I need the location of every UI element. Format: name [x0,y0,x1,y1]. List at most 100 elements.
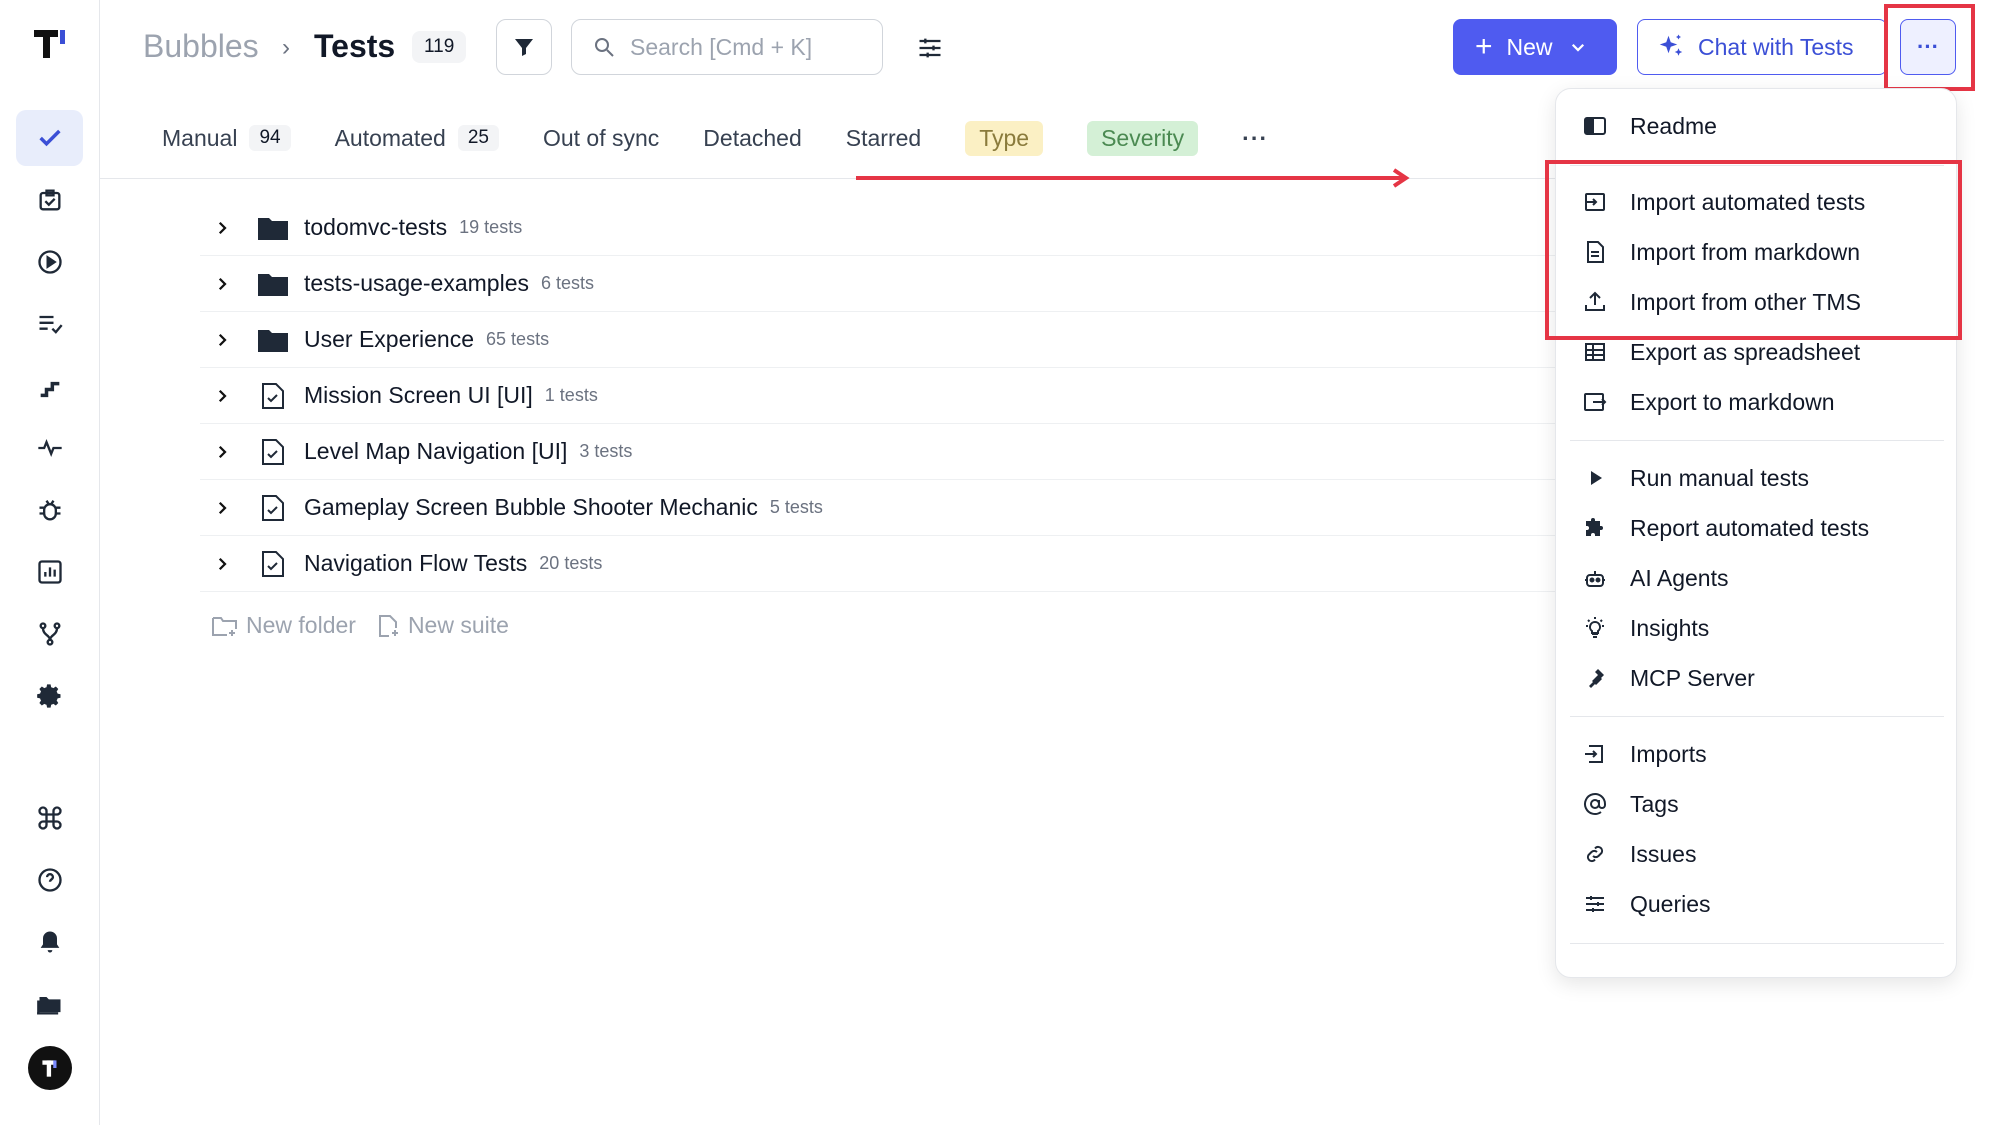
sliders-icon [919,38,941,58]
new-button[interactable]: + New [1453,19,1617,75]
new-folder-icon [212,616,237,636]
tree-row-count: 5 tests [769,497,823,517]
puzzle-icon [1580,513,1610,543]
tab-automated[interactable]: Automated 25 [335,125,499,152]
folder-icon [256,269,290,299]
menu-item-mcp-server[interactable]: MCP Server [1580,658,1755,698]
tree-row-count: 20 tests [539,553,603,573]
stairs-icon[interactable] [16,358,83,414]
annotation-box-import [1545,160,1962,340]
help-icon[interactable] [16,852,83,908]
new-suite-button[interactable]: New suite [378,612,509,639]
tree-row-name: tests-usage-examples [304,270,529,296]
tab-starred[interactable]: Starred [846,125,921,152]
tree-row[interactable]: Navigation Flow Tests 20 tests [200,536,1555,592]
play-circle-icon[interactable] [16,234,83,290]
tree-row-name: Navigation Flow Tests [304,550,528,576]
tab-severity[interactable]: Severity [1087,120,1199,156]
menu-item-run-manual[interactable]: Run manual tests [1580,458,1809,498]
chevron-right-icon[interactable] [210,552,234,576]
menu-item-label: Imports [1630,740,1707,767]
command-icon[interactable] [16,790,83,846]
tests-nav-icon[interactable] [16,110,83,166]
gear-icon[interactable] [16,668,83,724]
suite-file-icon [256,437,290,467]
tree-row-name: User Experience [304,326,475,352]
tree-actions: New folder New suite [212,612,1555,639]
chevron-right-icon[interactable] [210,440,234,464]
tree-row[interactable]: Gameplay Screen Bubble Shooter Mechanic … [200,480,1555,536]
plus-icon: + [1475,30,1493,63]
chevron-right-icon[interactable] [210,496,234,520]
tab-out-of-sync[interactable]: Out of sync [543,125,659,152]
menu-item-label: AI Agents [1630,564,1729,591]
menu-item-ai-agents[interactable]: AI Agents [1580,558,1728,598]
tree-row[interactable]: Mission Screen UI [UI] 1 tests [200,368,1555,424]
view-settings-button[interactable] [910,28,950,68]
tree-row-count: 3 tests [579,441,633,461]
menu-item-insights[interactable]: Insights [1580,608,1709,648]
menu-separator [1570,440,1944,441]
test-tree: todomvc-tests 19 tests tests-usage-examp… [200,200,1555,639]
chevron-right-icon[interactable] [210,328,234,352]
breadcrumb-project[interactable]: Bubbles [143,28,259,65]
user-avatar[interactable] [28,1046,72,1090]
new-folder-button[interactable]: New folder [212,612,356,639]
tree-row[interactable]: Level Map Navigation [UI] 3 tests [200,424,1555,480]
tree-row[interactable]: tests-usage-examples 6 tests [200,256,1555,312]
tree-row[interactable]: User Experience 65 tests [200,312,1555,368]
menu-item-imports[interactable]: Imports [1580,734,1707,774]
testomat-logo[interactable] [30,24,70,64]
chevron-right-icon[interactable] [210,384,234,408]
link-icon [1580,839,1610,869]
tree-row-count: 1 tests [544,385,598,405]
bug-icon[interactable] [16,482,83,538]
tree-row[interactable]: todomvc-tests 19 tests [200,200,1555,256]
menu-item-issues[interactable]: Issues [1580,834,1696,874]
suite-file-icon [256,381,290,411]
clipboard-check-icon[interactable] [16,172,83,228]
chevron-right-icon[interactable] [210,272,234,296]
menu-item-queries[interactable]: Queries [1580,884,1711,924]
menu-item-export-markdown[interactable]: Export to markdown [1580,382,1835,422]
pulse-icon[interactable] [16,420,83,476]
export-icon [1580,387,1610,417]
suite-file-icon [256,549,290,579]
new-button-label: New [1506,33,1553,60]
bell-icon[interactable] [16,914,83,970]
tab-detached[interactable]: Detached [703,125,801,152]
tab-type[interactable]: Type [965,120,1044,156]
tab-manual[interactable]: Manual 94 [162,125,291,152]
menu-item-label: Export to markdown [1630,388,1835,415]
bar-chart-icon[interactable] [16,544,83,600]
menu-item-readme[interactable]: Readme [1580,106,1717,146]
menu-item-label: Readme [1630,112,1717,139]
filter-icon [515,39,533,56]
checklist-icon[interactable] [16,296,83,352]
chevron-right-icon[interactable] [210,216,234,240]
search-box[interactable] [571,19,883,75]
chevron-down-icon [1571,43,1584,52]
menu-item-report-automated[interactable]: Report automated tests [1580,508,1869,548]
suite-file-icon [256,493,290,523]
tree-row-count: 6 tests [541,273,595,293]
branch-icon[interactable] [16,606,83,662]
tree-row-name: Level Map Navigation [UI] [304,438,568,464]
search-input[interactable] [630,33,860,61]
tree-row-count: 65 tests [486,329,550,349]
filter-button[interactable] [496,19,552,75]
menu-item-label: MCP Server [1630,664,1755,691]
menu-item-label: Insights [1630,614,1710,641]
menu-item-label: Run manual tests [1630,464,1809,491]
menu-item-label: Export as spreadsheet [1630,338,1861,365]
new-suite-icon [378,614,398,637]
sidebar [0,0,100,1125]
menu-item-tags[interactable]: Tags [1580,784,1679,824]
tab-more[interactable]: ··· [1242,125,1268,152]
annotation-box-more [1884,4,1975,91]
menu-item-label: Queries [1630,890,1711,917]
projects-icon[interactable] [16,976,83,1032]
chat-with-tests-button[interactable]: Chat with Tests [1637,19,1887,75]
robot-icon [1580,563,1610,593]
annotation-arrow [856,168,1410,188]
